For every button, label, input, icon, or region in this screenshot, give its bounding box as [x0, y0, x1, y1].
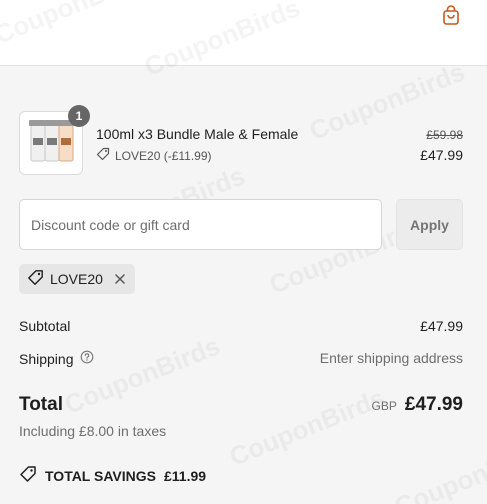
- total-label: Total: [19, 394, 63, 415]
- original-price: £59.98: [426, 128, 463, 142]
- cart-item: 1 100ml x3 Bundle Male & Female LOVE20 (…: [19, 105, 463, 175]
- shipping-label: Shipping: [19, 350, 74, 367]
- savings-value: £11.99: [163, 467, 207, 484]
- subtotal-row: Subtotal £47.99: [19, 318, 463, 334]
- taxes-note: Including £8.00 in taxes: [19, 423, 167, 439]
- applied-discount-code: LOVE20: [50, 271, 103, 287]
- tag-icon: [19, 465, 37, 486]
- shopping-bag-icon[interactable]: [441, 4, 461, 26]
- quantity-badge: 1: [68, 105, 90, 127]
- total-value: £47.99: [404, 394, 463, 415]
- subtotal-value: £47.99: [420, 318, 463, 334]
- product-name: 100ml x3 Bundle Male & Female: [96, 126, 299, 142]
- apply-button[interactable]: Apply: [396, 199, 463, 250]
- item-discount: LOVE20 (-£11.99): [96, 147, 212, 164]
- question-circle-icon[interactable]: [80, 350, 94, 367]
- shipping-value: Enter shipping address: [319, 350, 463, 366]
- item-discount-label: LOVE20 (-£11.99): [115, 148, 212, 163]
- discount-code-input[interactable]: [19, 199, 382, 250]
- total-savings: TOTAL SAVINGS £11.99: [19, 465, 206, 486]
- tag-icon: [96, 147, 110, 164]
- applied-discount-chip: LOVE20: [19, 264, 135, 294]
- subtotal-label: Subtotal: [19, 318, 71, 334]
- total-row: Total GBP £47.99: [19, 394, 463, 418]
- close-icon[interactable]: [113, 272, 127, 286]
- header-bar: [0, 0, 487, 66]
- item-price: £47.99: [420, 147, 463, 163]
- savings-label: TOTAL SAVINGS: [45, 467, 156, 484]
- watermark: CouponBirds: [390, 432, 487, 504]
- tag-icon: [27, 269, 44, 289]
- shipping-row: Shipping Enter shipping address: [19, 350, 463, 367]
- currency-code: GBP: [371, 399, 397, 413]
